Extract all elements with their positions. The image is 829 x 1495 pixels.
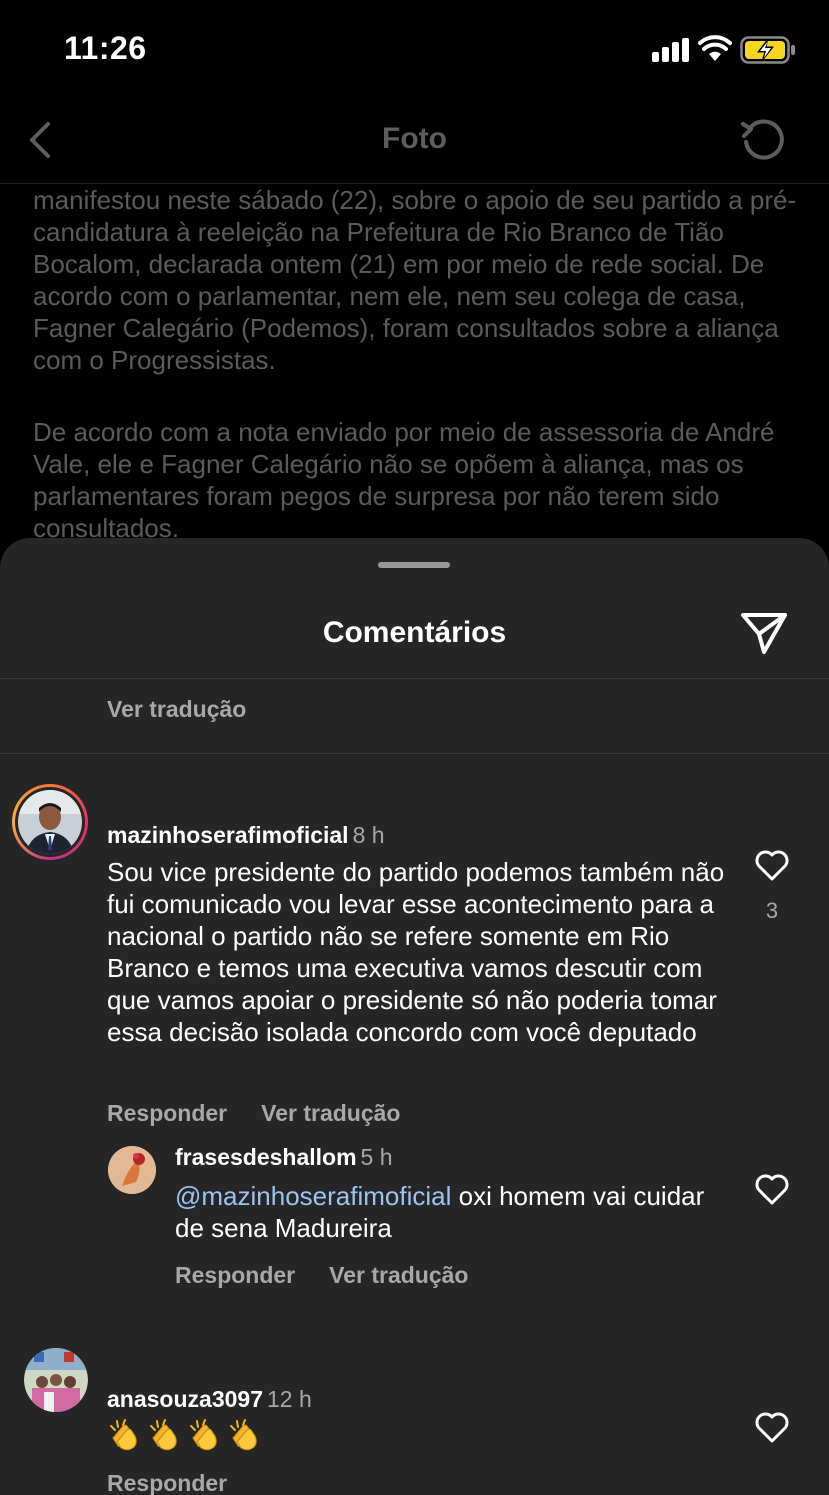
heart-icon[interactable] [754,848,790,882]
heart-icon[interactable] [754,1172,790,1206]
comment-timestamp: 5 h [360,1144,393,1170]
comment-timestamp: 8 h [352,822,385,848]
comment-username[interactable]: anasouza3097 [107,1386,263,1412]
like-count: 3 [765,898,779,923]
comment-username[interactable]: frasesdeshallom [175,1144,357,1170]
divider [0,678,829,679]
avatar-story-ring[interactable] [12,784,88,860]
top-navigation-bar: Foto [0,100,829,184]
status-time: 11:26 [64,30,147,66]
sheet-title: Comentários [322,616,507,649]
reply-button[interactable]: Responder [107,1470,227,1495]
clapping-hands-icon [190,1419,217,1451]
avatar[interactable] [108,1146,156,1194]
divider [0,753,829,754]
comment-username[interactable]: mazinhoserafimoficial [107,822,349,848]
heart-icon[interactable] [754,1410,790,1444]
sheet-drag-handle[interactable] [378,562,450,568]
comment-mention[interactable]: @mazinhoserafimoficial [175,1181,451,1211]
comments-sheet: Comentários Ver tradução mazinhoserafimo… [0,538,829,1495]
caption-paragraph: manifestou neste sábado (22), sobre o ap… [33,185,797,375]
clapping-hands-icon [150,1419,177,1451]
battery-charging-icon [740,36,795,64]
translate-link[interactable]: Ver tradução [329,1262,468,1289]
avatar[interactable] [24,1348,88,1412]
cellular-signal-icon [652,38,689,62]
refresh-icon[interactable] [738,114,790,166]
post-caption: manifestou neste sábado (22), sobre o ap… [33,184,813,540]
comment-emoji-row [107,1418,261,1452]
reply-button[interactable]: Responder [175,1262,295,1289]
translate-link[interactable]: Ver tradução [261,1100,400,1127]
status-bar: 11:26 [0,0,829,100]
caption-paragraph: De acordo com a nota enviado por meio de… [33,417,775,540]
reply-button[interactable]: Responder [107,1100,227,1127]
clapping-hands-icon [230,1419,257,1451]
comment-text: Sou vice presidente do partido podemos t… [107,857,725,1047]
comment-text: @mazinhoserafimoficial oxi homem vai cui… [175,1180,715,1244]
paper-plane-icon[interactable] [740,610,788,656]
avatar [18,790,82,854]
translate-link[interactable]: Ver tradução [107,696,246,723]
clapping-hands-icon [110,1419,137,1451]
comment-timestamp: 12 h [266,1386,312,1412]
page-title: Foto [382,122,447,155]
wifi-icon [698,35,732,61]
